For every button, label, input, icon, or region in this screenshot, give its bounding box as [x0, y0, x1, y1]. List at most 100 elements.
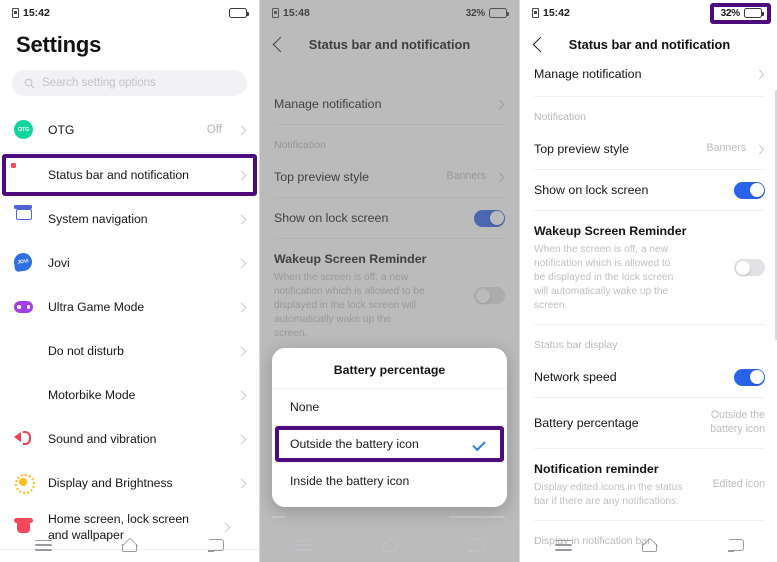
status-bar-time: 15:48 [283, 7, 310, 19]
decor-line-right [449, 516, 505, 518]
setting-row-title: Battery percentage [534, 416, 639, 431]
home-icon[interactable] [112, 534, 146, 556]
menu-icon[interactable] [546, 534, 580, 556]
sim-card-icon [272, 8, 279, 18]
settings-row-sound-and-vibration[interactable]: Sound and vibration [0, 417, 259, 461]
status-bar-right [229, 8, 250, 18]
setting-row-top-preview-style[interactable]: Top preview style Banners [260, 157, 519, 197]
back-arrow-icon[interactable] [272, 36, 289, 52]
navigation-bar [0, 528, 259, 562]
setting-row-title: Network speed [534, 370, 617, 385]
page-title: Settings [16, 32, 102, 57]
dialog-option-outside-the-battery-icon[interactable]: Outside the battery icon [272, 426, 507, 462]
chevron-right-icon [754, 69, 765, 79]
toggle-show-on-lock-screen[interactable] [734, 181, 765, 199]
chevron-right-icon [494, 99, 505, 109]
setting-row-value: Banners [446, 170, 486, 183]
setting-row-value: Outside the battery icon [710, 409, 765, 436]
setting-row-value: Edited icon [712, 477, 765, 490]
helmet-icon [14, 385, 34, 405]
status-bar: 15:48 32% [260, 0, 519, 26]
chevron-right-icon [494, 172, 505, 182]
setting-row-notification-reminder[interactable]: Notification reminder Display edited ico… [520, 449, 777, 520]
settings-row-motorbike-mode[interactable]: Motorbike Mode [0, 373, 259, 417]
setting-row-manage-notification[interactable]: Manage notification [520, 56, 777, 96]
status-bar-right: 32% [465, 7, 510, 19]
setting-row-title: Notification reminder [534, 461, 659, 476]
settings-row-jovi[interactable]: JOVI Jovi [0, 241, 259, 285]
setting-row-wakeup-screen-reminder[interactable]: Wakeup Screen Reminder When the screen i… [260, 239, 519, 352]
toggle-wakeup-screen-reminder[interactable] [734, 259, 765, 277]
chevron-right-icon [236, 434, 247, 444]
group-label-notification: Notification [534, 111, 586, 123]
setting-row-title: Top preview style [534, 142, 630, 156]
chevron-right-icon [236, 258, 247, 268]
battery-percent-label: 32% [465, 7, 486, 19]
game-controller-icon [14, 297, 34, 317]
dialog-option-none[interactable]: None [272, 389, 507, 425]
toggle-wakeup-screen-reminder[interactable] [474, 287, 505, 305]
setting-row-show-on-lock-screen[interactable]: Show on lock screen [260, 198, 519, 238]
settings-row-system-navigation[interactable]: System navigation [0, 197, 259, 241]
chevron-right-icon [236, 390, 247, 400]
settings-row-ultra-game-mode[interactable]: Ultra Game Mode [0, 285, 259, 329]
battery-icon [744, 8, 765, 18]
panel-battery-percentage-dialog: 15:48 32% Status bar and notification Ma… [260, 0, 519, 562]
back-icon[interactable] [719, 534, 753, 556]
setting-row-title: Show on lock screen [274, 211, 389, 225]
group-label-notification: Notification [274, 139, 326, 151]
chevron-right-icon [236, 302, 247, 312]
dialog-option-inside-the-battery-icon[interactable]: Inside the battery icon [272, 463, 507, 499]
page-header: Status bar and notification [520, 26, 777, 62]
battery-percent-label: 32% [720, 7, 741, 19]
status-bar-time: 15:42 [543, 7, 570, 19]
chevron-right-icon [236, 478, 247, 488]
search-input[interactable]: Search setting options [12, 70, 247, 96]
toggle-network-speed[interactable] [734, 368, 765, 386]
setting-row-title: Manage notification [534, 67, 642, 81]
setting-row-subtitle: When the screen is off, a new notificati… [534, 244, 674, 312]
page-title: Status bar and notification [568, 36, 731, 52]
setting-row-subtitle: Display edited icons in the status bar i… [534, 481, 683, 507]
status-bar-left: 15:48 [272, 7, 310, 19]
back-icon[interactable] [459, 534, 493, 556]
setting-row-top-preview-style[interactable]: Top preview style Banners [520, 129, 777, 169]
screenshot-root: 15:42 Settings Search setting options OT… [0, 0, 777, 562]
home-icon[interactable] [372, 534, 406, 556]
menu-icon[interactable] [286, 534, 320, 556]
settings-row-value: Off [206, 124, 222, 136]
setting-row-wakeup-screen-reminder[interactable]: Wakeup Screen Reminder When the screen i… [520, 211, 777, 324]
menu-icon[interactable] [26, 534, 60, 556]
setting-row-title: Wakeup Screen Reminder [534, 224, 687, 238]
setting-row-battery-percentage[interactable]: Battery percentage Outside the battery i… [520, 398, 777, 448]
decor-line-left [272, 516, 286, 518]
settings-row-display-and-brightness[interactable]: Display and Brightness [0, 461, 259, 505]
status-bar: 15:42 [0, 0, 259, 26]
setting-row-manage-notification[interactable]: Manage notification [260, 84, 519, 124]
setting-row-show-on-lock-screen[interactable]: Show on lock screen [520, 170, 777, 210]
setting-row-title: Manage notification [274, 97, 382, 111]
status-bar-icon [14, 165, 34, 185]
sim-card-icon [12, 8, 19, 18]
setting-row-network-speed[interactable]: Network speed [520, 357, 777, 397]
setting-row-subtitle: When the screen is off, a new notificati… [274, 272, 425, 340]
settings-row-do-not-disturb[interactable]: Do not disturb [0, 329, 259, 373]
speaker-icon [14, 429, 34, 449]
toggle-show-on-lock-screen[interactable] [474, 209, 505, 227]
moon-icon [14, 341, 34, 361]
settings-row-status-bar-and-notification[interactable]: Status bar and notification [0, 153, 259, 197]
panel-status-bar-and-notification: 15:42 32% Status bar and notification Ma… [520, 0, 777, 562]
settings-row-otg[interactable]: OTG OTG Off [0, 108, 259, 152]
settings-row-label: Sound and vibration [48, 431, 157, 446]
settings-row-label: OTG [48, 122, 75, 137]
chevron-right-icon [236, 214, 247, 224]
otg-icon: OTG [14, 120, 34, 140]
settings-row-label: Ultra Game Mode [48, 299, 145, 314]
setting-row-title: Show on lock screen [534, 183, 649, 197]
back-icon[interactable] [199, 534, 233, 556]
chevron-right-icon [236, 125, 247, 135]
settings-row-label: Do not disturb [48, 343, 124, 358]
home-icon[interactable] [632, 534, 666, 556]
navigation-bar [260, 528, 519, 562]
back-arrow-icon[interactable] [532, 36, 549, 52]
